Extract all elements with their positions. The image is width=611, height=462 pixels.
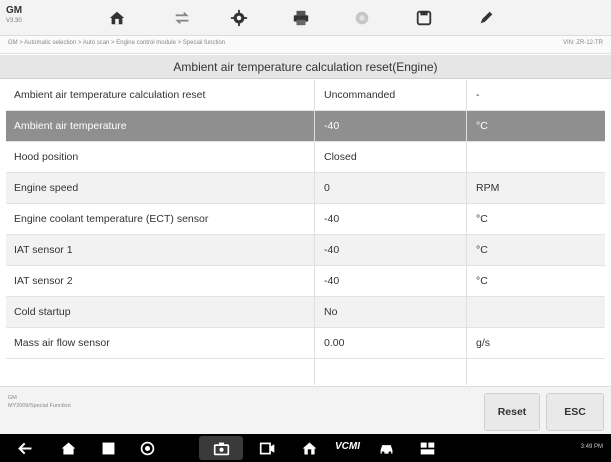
camera-icon[interactable] — [210, 438, 232, 458]
table-row[interactable]: Engine speed 0 RPM — [6, 173, 605, 204]
vehicle-brand: GM V3.30 — [6, 5, 46, 31]
item-name: IAT sensor 1 — [14, 244, 73, 256]
back-icon[interactable] — [14, 438, 36, 458]
recent-apps-icon[interactable] — [97, 438, 119, 458]
item-name: Hood position — [14, 151, 79, 163]
info-line: MY2009/Special Function — [8, 403, 71, 409]
table-row-selected[interactable]: Ambient air temperature -40 °C — [6, 111, 605, 142]
vehicle-swap-icon[interactable] — [172, 8, 192, 28]
table-row[interactable]: IAT sensor 2 -40 °C — [6, 266, 605, 297]
browser-icon[interactable] — [136, 438, 158, 458]
table-row[interactable]: Ambient air temperature calculation rese… — [6, 80, 605, 111]
item-unit: °C — [476, 275, 488, 287]
save-icon[interactable] — [414, 8, 434, 28]
vehicle-home-icon[interactable] — [298, 438, 320, 458]
data-table: Ambient air temperature calculation rese… — [6, 80, 605, 359]
home-icon[interactable] — [57, 438, 79, 458]
print-icon[interactable] — [291, 8, 311, 28]
item-name: Engine speed — [14, 182, 79, 194]
settings-icon[interactable] — [229, 8, 249, 28]
system-nav-bar: VCMI 3:49 PM — [0, 434, 611, 462]
item-name: Ambient air temperature calculation rese… — [14, 89, 206, 101]
item-name: Mass air flow sensor — [14, 337, 110, 349]
item-value: 0 — [324, 182, 330, 194]
item-unit: - — [476, 89, 480, 101]
table-row[interactable]: IAT sensor 1 -40 °C — [6, 235, 605, 266]
shop-manager-icon[interactable] — [416, 438, 438, 458]
item-value: No — [324, 306, 338, 318]
item-unit: °C — [476, 120, 488, 132]
item-name: Cold startup — [14, 306, 71, 318]
item-unit: RPM — [476, 182, 500, 194]
table-row[interactable]: Cold startup No — [6, 297, 605, 328]
info-line: GM — [8, 395, 17, 401]
software-version: V3.30 — [6, 18, 22, 24]
item-unit: °C — [476, 244, 488, 256]
table-row[interactable]: Hood position Closed — [6, 142, 605, 173]
top-toolbar: GM V3.30 — [0, 0, 611, 36]
item-unit: °C — [476, 213, 488, 225]
item-value: -40 — [324, 213, 340, 225]
esc-button[interactable]: ESC — [546, 393, 604, 431]
help-icon[interactable] — [352, 8, 372, 28]
footer-bar: GM MY2009/Special Function Reset ESC — [0, 386, 611, 434]
table-row[interactable]: Mass air flow sensor 0.00 g/s — [6, 328, 605, 359]
home-icon[interactable] — [107, 8, 127, 28]
breadcrumb: GM > Automatic selection > Auto scan > E… — [8, 40, 226, 46]
item-value: Uncommanded — [324, 89, 396, 101]
column-divider — [466, 80, 467, 385]
item-value: -40 — [324, 275, 340, 287]
column-divider — [314, 80, 315, 385]
item-unit: g/s — [476, 337, 491, 349]
screen-record-icon[interactable] — [256, 438, 278, 458]
car-icon[interactable] — [375, 438, 397, 458]
vehicle-make: GM — [6, 5, 23, 16]
item-value: -40 — [324, 120, 340, 132]
vehicle-info: GM MY2009/Special Function — [8, 394, 71, 410]
table-row[interactable]: Engine coolant temperature (ECT) sensor … — [6, 204, 605, 235]
item-value: Closed — [324, 151, 357, 163]
page-title: Ambient air temperature calculation rese… — [0, 55, 611, 79]
vin-label: VIN: ZR-12-TR — [562, 40, 603, 46]
item-name: Engine coolant temperature (ECT) sensor — [14, 213, 209, 225]
item-name: Ambient air temperature — [14, 120, 127, 132]
reset-button[interactable]: Reset — [484, 393, 540, 431]
vci-label[interactable]: VCMI — [335, 441, 360, 452]
item-value: 0.00 — [324, 337, 345, 349]
item-value: -40 — [324, 244, 340, 256]
item-name: IAT sensor 2 — [14, 275, 73, 287]
breadcrumb-bar: GM > Automatic selection > Auto scan > E… — [0, 36, 611, 54]
edit-icon[interactable] — [476, 8, 496, 28]
status-clock: 3:49 PM — [580, 444, 603, 450]
